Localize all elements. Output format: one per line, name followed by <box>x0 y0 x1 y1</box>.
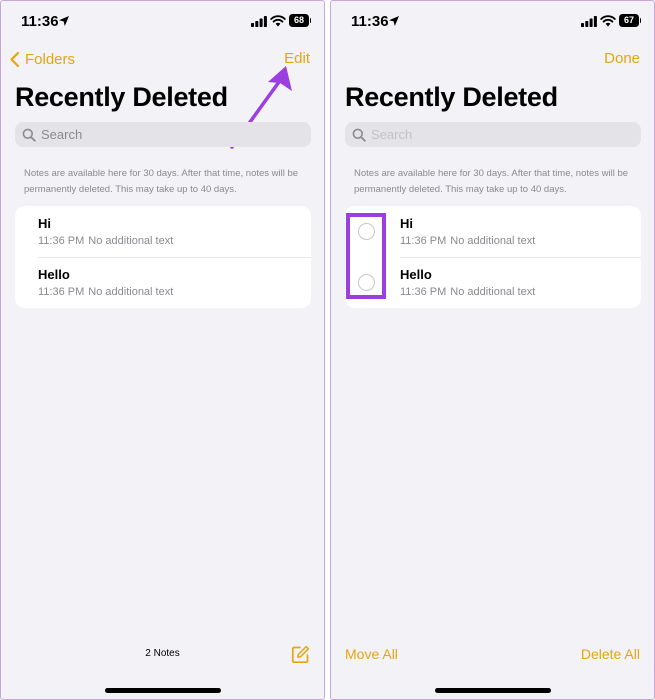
status-bar: 11:36 67 <box>331 1 654 41</box>
note-title: Hello <box>400 267 432 282</box>
note-item[interactable]: Hi 11:36 PM No additional text <box>15 206 311 257</box>
cellular-signal-icon <box>251 16 267 27</box>
wifi-icon <box>270 15 286 27</box>
battery-icon: 67 <box>619 14 641 27</box>
search-bar[interactable] <box>345 122 641 147</box>
notes-list: Hi 11:36 PM No additional text Hello 11:3… <box>15 206 311 308</box>
location-arrow-icon <box>389 16 399 26</box>
note-item[interactable]: Hello 11:36 PM No additional text <box>15 257 311 308</box>
note-item[interactable]: Hi 11:36 PM No additional text <box>345 206 641 257</box>
search-icon <box>352 128 366 142</box>
note-subtitle: No additional text <box>88 286 174 298</box>
note-time: 11:36 PM <box>400 286 447 298</box>
battery-level: 67 <box>619 14 639 27</box>
notes-count: 2 Notes <box>145 648 180 659</box>
battery-level: 68 <box>289 14 309 27</box>
retention-info-text: Notes are available here for 30 days. Af… <box>24 168 299 195</box>
delete-all-button[interactable]: Delete All <box>581 646 640 662</box>
search-input[interactable] <box>371 124 611 145</box>
wifi-icon <box>600 15 616 27</box>
note-time: 11:36 PM <box>38 286 85 298</box>
home-indicator <box>105 688 221 693</box>
note-title: Hi <box>38 216 51 231</box>
search-input[interactable] <box>41 124 281 145</box>
status-time: 11:36 <box>351 13 389 30</box>
location-arrow-icon <box>59 16 69 26</box>
status-time: 11:36 <box>21 13 59 30</box>
move-all-button[interactable]: Move All <box>345 646 398 662</box>
notes-list: Hi 11:36 PM No additional text Hello 11:3… <box>345 206 641 308</box>
note-title: Hello <box>38 267 70 282</box>
annotation-highlight-box <box>346 213 386 299</box>
back-label: Folders <box>25 50 76 68</box>
page-title: Recently Deleted <box>345 82 558 112</box>
note-time: 11:36 PM <box>400 235 447 247</box>
home-indicator <box>435 688 551 693</box>
note-subtitle: No additional text <box>450 286 536 298</box>
battery-icon: 68 <box>289 14 311 27</box>
notes-edit-screen: 11:36 67 Done Recently Deleted Notes are… <box>330 0 655 700</box>
note-title: Hi <box>400 216 413 231</box>
status-bar: 11:36 68 <box>1 1 324 41</box>
compose-icon[interactable] <box>291 645 310 664</box>
note-meta: 11:36 PM No additional text <box>38 235 173 247</box>
retention-info-text: Notes are available here for 30 days. Af… <box>354 168 629 195</box>
chevron-left-icon <box>10 51 20 67</box>
note-subtitle: No additional text <box>88 235 174 247</box>
note-meta: 11:36 PM No additional text <box>400 286 535 298</box>
done-button[interactable]: Done <box>604 50 640 67</box>
note-time: 11:36 PM <box>38 235 85 247</box>
search-bar[interactable] <box>15 122 311 147</box>
search-icon <box>22 128 36 142</box>
note-item[interactable]: Hello 11:36 PM No additional text <box>345 257 641 308</box>
folders-back-button[interactable]: Folders <box>9 49 75 69</box>
note-meta: 11:36 PM No additional text <box>38 286 173 298</box>
cellular-signal-icon <box>581 16 597 27</box>
note-meta: 11:36 PM No additional text <box>400 235 535 247</box>
page-title: Recently Deleted <box>15 82 228 112</box>
notes-list-screen: 11:36 68 Folders Edit Recently Deleted S… <box>0 0 325 700</box>
note-subtitle: No additional text <box>450 235 536 247</box>
